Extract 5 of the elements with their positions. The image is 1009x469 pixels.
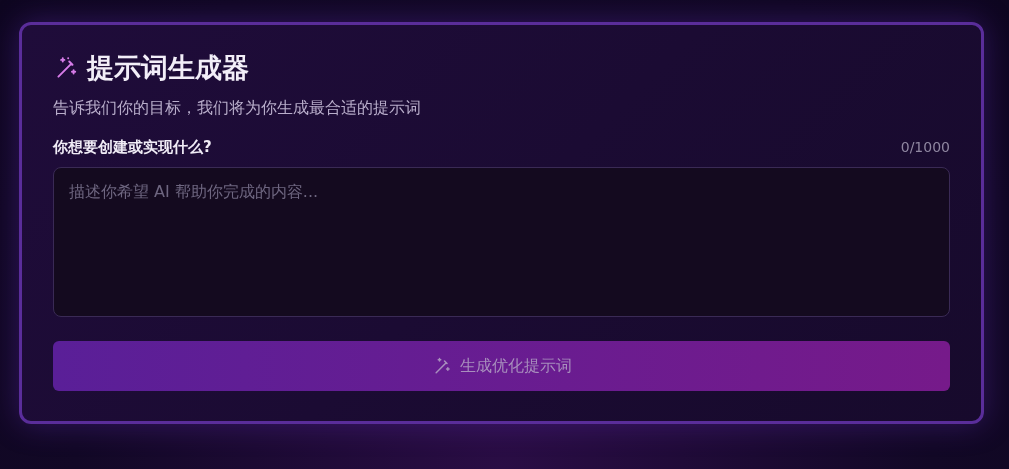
character-counter: 0/1000 [900,138,950,158]
goal-input-field[interactable]: 描述你希望 AI 帮助你完成的内容... [53,166,950,317]
field-label: 你想要创建或实现什么? [53,137,212,159]
subtitle: 告诉我们你的目标，我们将为你生成最合适的提示词 [53,97,422,120]
page-title: 提示词生成器 [87,52,249,85]
